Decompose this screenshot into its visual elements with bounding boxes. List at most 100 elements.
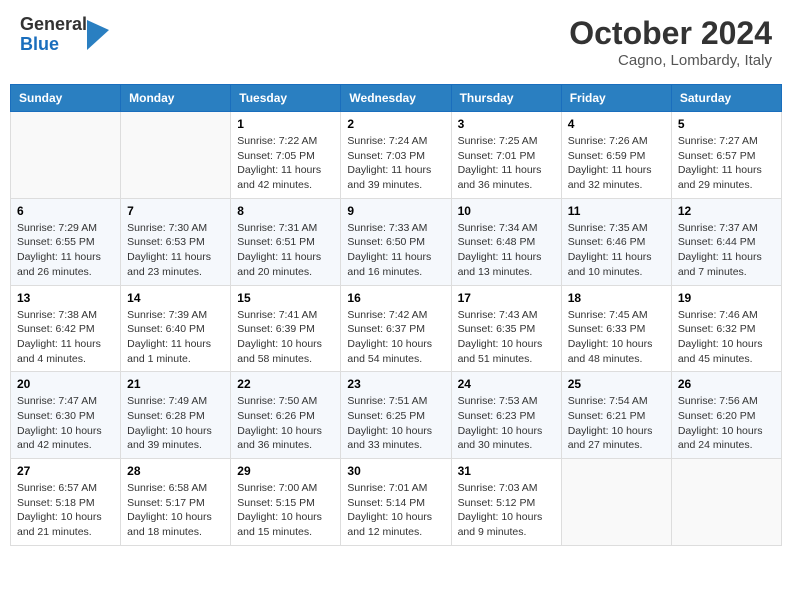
day-number: 8 [237,204,334,218]
day-info: Sunrise: 7:01 AM Sunset: 5:14 PM Dayligh… [347,481,444,540]
day-number: 16 [347,291,444,305]
day-info: Sunrise: 7:29 AM Sunset: 6:55 PM Dayligh… [17,221,114,280]
day-number: 11 [568,204,665,218]
calendar-header-monday: Monday [121,85,231,112]
day-info: Sunrise: 7:22 AM Sunset: 7:05 PM Dayligh… [237,134,334,193]
logo-blue: Blue [20,35,87,55]
calendar-cell: 5Sunrise: 7:27 AM Sunset: 6:57 PM Daylig… [671,112,781,199]
day-number: 30 [347,464,444,478]
calendar-cell: 14 Sunrise: 7:39 AM Sunset: 6:40 PM Dayli… [121,285,231,372]
day-number: 7 [127,204,224,218]
day-number: 29 [237,464,334,478]
day-info: Sunrise: 7:50 AM Sunset: 6:26 PM Dayligh… [237,394,334,453]
logo-general: General [20,15,87,35]
calendar-cell: 4 Sunrise: 7:26 AM Sunset: 6:59 PM Daylig… [561,112,671,199]
calendar-cell: 16 Sunrise: 7:42 AM Sunset: 6:37 PM Dayli… [341,285,451,372]
day-info: Sunrise: 7:43 AM Sunset: 6:35 PM Dayligh… [458,308,555,367]
calendar-cell: 20Sunrise: 7:47 AM Sunset: 6:30 PM Dayli… [11,372,121,459]
calendar-header-thursday: Thursday [451,85,561,112]
day-info: Sunrise: 7:51 AM Sunset: 6:25 PM Dayligh… [347,394,444,453]
day-info: Sunrise: 7:33 AM Sunset: 6:50 PM Dayligh… [347,221,444,280]
day-info: Sunrise: 7:54 AM Sunset: 6:21 PM Dayligh… [568,394,665,453]
day-info: Sunrise: 7:03 AM Sunset: 5:12 PM Dayligh… [458,481,555,540]
day-info: Sunrise: 7:56 AM Sunset: 6:20 PM Dayligh… [678,394,775,453]
calendar-cell: 8 Sunrise: 7:31 AM Sunset: 6:51 PM Daylig… [231,198,341,285]
day-info: Sunrise: 7:26 AM Sunset: 6:59 PM Dayligh… [568,134,665,193]
calendar-cell: 1 Sunrise: 7:22 AM Sunset: 7:05 PM Daylig… [231,112,341,199]
day-number: 26 [678,377,775,391]
day-number: 19 [678,291,775,305]
day-info: Sunrise: 7:31 AM Sunset: 6:51 PM Dayligh… [237,221,334,280]
calendar-cell [121,112,231,199]
day-info: Sunrise: 7:34 AM Sunset: 6:48 PM Dayligh… [458,221,555,280]
calendar-cell: 31 Sunrise: 7:03 AM Sunset: 5:12 PM Dayli… [451,459,561,546]
logo-icon [87,20,109,50]
day-info: Sunrise: 7:41 AM Sunset: 6:39 PM Dayligh… [237,308,334,367]
calendar-header-friday: Friday [561,85,671,112]
location: Cagno, Lombardy, Italy [569,52,772,69]
day-info: Sunrise: 7:35 AM Sunset: 6:46 PM Dayligh… [568,221,665,280]
calendar-cell [671,459,781,546]
calendar-cell: 30 Sunrise: 7:01 AM Sunset: 5:14 PM Dayli… [341,459,451,546]
calendar-header-row: SundayMondayTuesdayWednesdayThursdayFrid… [11,85,782,112]
day-number: 23 [347,377,444,391]
calendar-cell: 6 Sunrise: 7:29 AM Sunset: 6:55 PM Daylig… [11,198,121,285]
calendar-cell: 9 Sunrise: 7:33 AM Sunset: 6:50 PM Daylig… [341,198,451,285]
day-number: 27 [17,464,114,478]
day-number: 15 [237,291,334,305]
day-number: 10 [458,204,555,218]
day-info: Sunrise: 7:37 AM Sunset: 6:44 PM Dayligh… [678,221,775,280]
day-number: 20 [17,377,114,391]
logo: General Blue [20,15,109,55]
calendar-cell: 15 Sunrise: 7:41 AM Sunset: 6:39 PM Dayli… [231,285,341,372]
calendar-week-row: 20Sunrise: 7:47 AM Sunset: 6:30 PM Dayli… [11,372,782,459]
day-info: Sunrise: 7:00 AM Sunset: 5:15 PM Dayligh… [237,481,334,540]
day-number: 22 [237,377,334,391]
calendar-cell: 19Sunrise: 7:46 AM Sunset: 6:32 PM Dayli… [671,285,781,372]
calendar-cell: 26 Sunrise: 7:56 AM Sunset: 6:20 PM Dayli… [671,372,781,459]
calendar-header-tuesday: Tuesday [231,85,341,112]
calendar-header-saturday: Saturday [671,85,781,112]
day-number: 12 [678,204,775,218]
day-number: 14 [127,291,224,305]
calendar-cell: 10 Sunrise: 7:34 AM Sunset: 6:48 PM Dayli… [451,198,561,285]
day-info: Sunrise: 7:38 AM Sunset: 6:42 PM Dayligh… [17,308,114,367]
day-info: Sunrise: 7:30 AM Sunset: 6:53 PM Dayligh… [127,221,224,280]
day-info: Sunrise: 7:25 AM Sunset: 7:01 PM Dayligh… [458,134,555,193]
day-number: 2 [347,117,444,131]
day-number: 9 [347,204,444,218]
day-number: 4 [568,117,665,131]
day-number: 13 [17,291,114,305]
calendar-cell: 3Sunrise: 7:25 AM Sunset: 7:01 PM Daylig… [451,112,561,199]
day-info: Sunrise: 7:53 AM Sunset: 6:23 PM Dayligh… [458,394,555,453]
calendar-cell: 17Sunrise: 7:43 AM Sunset: 6:35 PM Dayli… [451,285,561,372]
day-number: 21 [127,377,224,391]
day-number: 31 [458,464,555,478]
day-number: 28 [127,464,224,478]
day-info: Sunrise: 7:45 AM Sunset: 6:33 PM Dayligh… [568,308,665,367]
calendar-header-wednesday: Wednesday [341,85,451,112]
calendar-cell: 28 Sunrise: 6:58 AM Sunset: 5:17 PM Dayli… [121,459,231,546]
day-info: Sunrise: 7:24 AM Sunset: 7:03 PM Dayligh… [347,134,444,193]
day-number: 5 [678,117,775,131]
day-number: 25 [568,377,665,391]
calendar-cell: 7 Sunrise: 7:30 AM Sunset: 6:53 PM Daylig… [121,198,231,285]
day-info: Sunrise: 7:39 AM Sunset: 6:40 PM Dayligh… [127,308,224,367]
day-info: Sunrise: 7:42 AM Sunset: 6:37 PM Dayligh… [347,308,444,367]
month-title: October 2024 [569,15,772,52]
calendar-table: SundayMondayTuesdayWednesdayThursdayFrid… [10,84,782,546]
day-number: 6 [17,204,114,218]
calendar-cell: 29 Sunrise: 7:00 AM Sunset: 5:15 PM Dayli… [231,459,341,546]
title-area: October 2024 Cagno, Lombardy, Italy [569,15,772,69]
calendar-cell: 24Sunrise: 7:53 AM Sunset: 6:23 PM Dayli… [451,372,561,459]
calendar-cell: 27 Sunrise: 6:57 AM Sunset: 5:18 PM Dayli… [11,459,121,546]
day-number: 1 [237,117,334,131]
calendar-cell: 13 Sunrise: 7:38 AM Sunset: 6:42 PM Dayli… [11,285,121,372]
calendar-week-row: 6 Sunrise: 7:29 AM Sunset: 6:55 PM Daylig… [11,198,782,285]
calendar-cell: 25 Sunrise: 7:54 AM Sunset: 6:21 PM Dayli… [561,372,671,459]
day-info: Sunrise: 6:58 AM Sunset: 5:17 PM Dayligh… [127,481,224,540]
calendar-cell: 23 Sunrise: 7:51 AM Sunset: 6:25 PM Dayli… [341,372,451,459]
day-info: Sunrise: 6:57 AM Sunset: 5:18 PM Dayligh… [17,481,114,540]
calendar-cell: 22 Sunrise: 7:50 AM Sunset: 6:26 PM Dayli… [231,372,341,459]
calendar-cell: 21Sunrise: 7:49 AM Sunset: 6:28 PM Dayli… [121,372,231,459]
